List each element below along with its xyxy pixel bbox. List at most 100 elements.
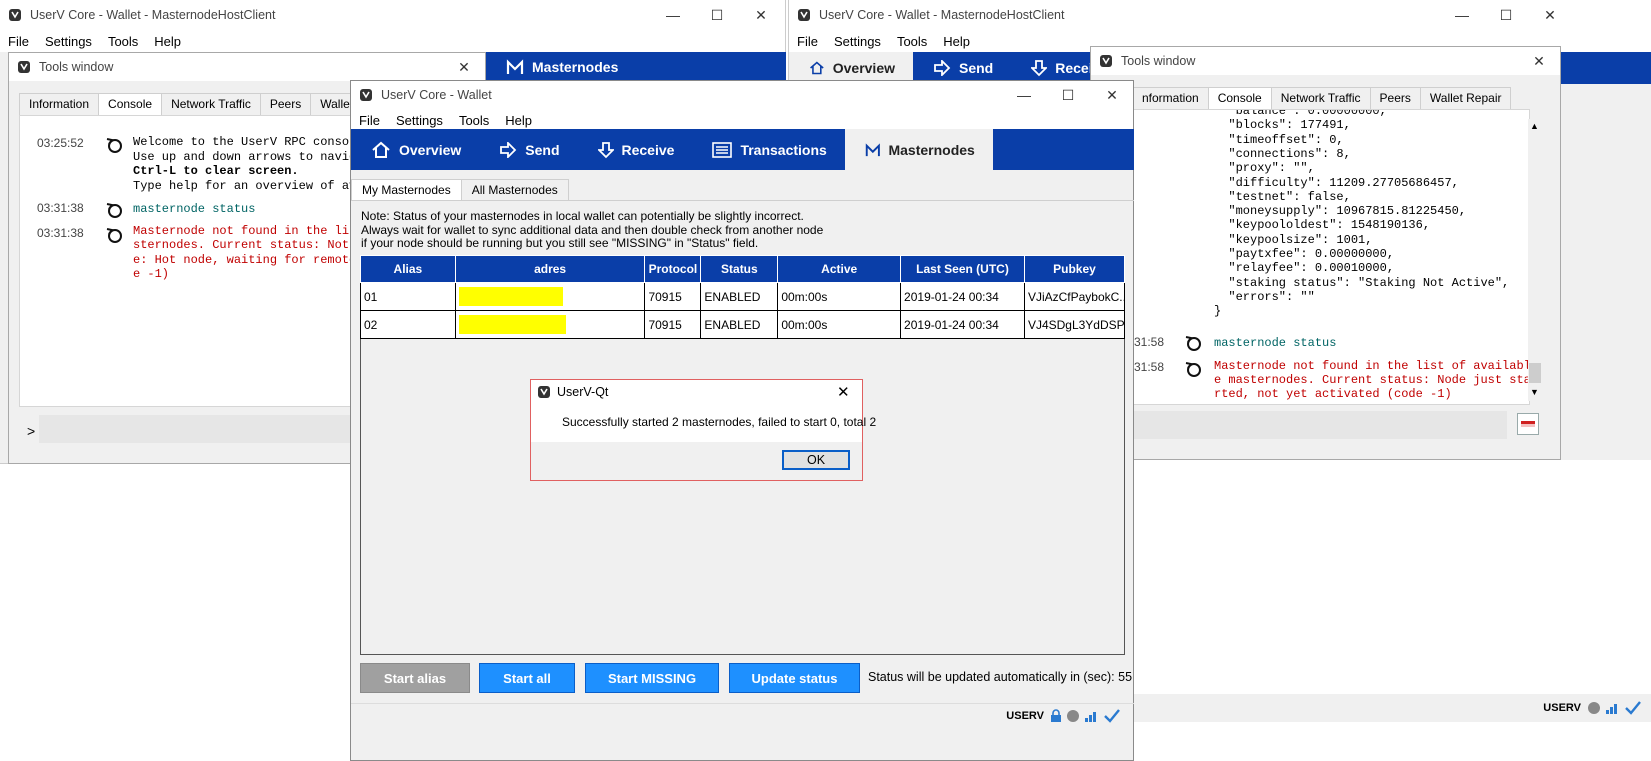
console-error-line: Masternode not found in the list — [133, 224, 364, 238]
menu-file[interactable]: File — [359, 113, 380, 128]
tab-network-traffic[interactable]: Network Traffic — [161, 93, 261, 115]
tools-close-button[interactable]: ✕ — [441, 53, 487, 81]
nav-overview-label: Overview — [399, 141, 462, 158]
column-header-address[interactable]: adres — [454, 255, 646, 283]
tools-titlebar[interactable]: Tools window — [1091, 47, 1560, 75]
close-button[interactable]: ✕ — [738, 0, 784, 30]
dialog-close-button[interactable]: ✕ — [837, 383, 850, 401]
tab-my-masternodes[interactable]: My Masternodes — [351, 179, 462, 201]
minimize-button[interactable]: — — [650, 0, 696, 30]
console-prompt: > — [27, 423, 36, 439]
nav-overview[interactable]: Overview — [351, 129, 479, 170]
console-input[interactable] — [1133, 411, 1507, 439]
column-header-active[interactable]: Active — [777, 255, 902, 283]
table-row[interactable]: 01 70915 ENABLED 00m:00s 2019-01-24 00:3… — [360, 282, 1126, 311]
cell-last-seen: 2019-01-24 00:34 — [900, 310, 1025, 339]
column-header-status[interactable]: Status — [700, 255, 779, 283]
column-header-alias[interactable]: Alias — [360, 255, 456, 283]
clear-console-button[interactable] — [1517, 413, 1539, 435]
window-title: UserV Core - Wallet - MasternodeHostClie… — [30, 8, 276, 22]
masternode-subtabs: My Masternodes All Masternodes — [351, 179, 569, 201]
console-json-line: "testnet": false, — [1214, 189, 1351, 204]
synced-check-icon — [1625, 701, 1641, 715]
send-arrow-icon — [500, 141, 517, 158]
menu-tools[interactable]: Tools — [459, 113, 489, 128]
maximize-button[interactable]: ☐ — [1483, 0, 1529, 30]
note-text: Note: Status of your masternodes in loca… — [361, 209, 823, 251]
tools-titlebar[interactable]: Tools window — [9, 53, 485, 81]
tools-tabs: nformation Console Network Traffic Peers… — [1133, 87, 1512, 109]
dialog-title: UserV-Qt — [557, 385, 609, 399]
menu-tools[interactable]: Tools — [897, 34, 927, 49]
tab-information[interactable]: Information — [19, 93, 100, 115]
reply-icon — [106, 138, 122, 153]
menu-help[interactable]: Help — [154, 34, 181, 49]
note-line: if your node should be running but you s… — [361, 236, 759, 250]
cell-status: ENABLED — [700, 310, 779, 339]
start-alias-button[interactable]: Start alias — [360, 663, 470, 693]
console-json-line: "connections": 8, — [1214, 146, 1351, 161]
tab-information[interactable]: nformation — [1133, 87, 1209, 109]
left-menubar: File Settings Tools Help — [0, 30, 785, 52]
tools-close-button[interactable]: ✕ — [1516, 47, 1562, 75]
maximize-button[interactable]: ☐ — [1045, 81, 1091, 109]
masternodes-icon — [865, 142, 880, 156]
nav-masternodes[interactable]: Masternodes — [482, 52, 636, 82]
console-scrollbar[interactable]: ▲ ▼ — [1528, 119, 1542, 401]
auto-update-status: Status will be updated automatically in … — [868, 670, 1132, 684]
countdown-seconds: 55 — [1118, 670, 1133, 684]
menu-file[interactable]: File — [8, 34, 29, 49]
cell-address — [454, 282, 646, 311]
reply-icon — [1185, 362, 1201, 377]
nav-receive[interactable]: Receive — [578, 129, 693, 170]
tab-console[interactable]: Console — [98, 93, 163, 115]
menu-file[interactable]: File — [797, 34, 818, 49]
nav-masternodes[interactable]: Masternodes — [844, 129, 993, 170]
console-json-line: "timeoffset": 0, — [1214, 132, 1344, 147]
menu-settings[interactable]: Settings — [45, 34, 92, 49]
tab-console[interactable]: Console — [1207, 87, 1272, 109]
maximize-button[interactable]: ☐ — [694, 0, 740, 30]
start-missing-button[interactable]: Start MISSING — [585, 663, 719, 693]
dialog-ok-button[interactable]: OK — [782, 450, 850, 470]
column-header-protocol[interactable]: Protocol — [644, 255, 702, 283]
window-title: UserV Core - Wallet — [381, 88, 492, 102]
close-button[interactable]: ✕ — [1527, 0, 1573, 30]
console-line: Use up and down arrows to navigat — [133, 150, 371, 164]
nav-receive-label: Receive — [621, 141, 675, 158]
console-output[interactable]: "balance": 0.00000000, "blocks": 177491,… — [1133, 109, 1530, 405]
scroll-thumb[interactable] — [1529, 363, 1541, 383]
app-logo-icon — [538, 386, 550, 398]
table-row[interactable]: 02 70915 ENABLED 00m:00s 2019-01-24 00:3… — [360, 310, 1126, 339]
scroll-down-icon[interactable]: ▼ — [1530, 387, 1539, 397]
scroll-up-icon[interactable]: ▲ — [1530, 121, 1539, 131]
tab-peers[interactable]: Peers — [259, 93, 312, 115]
cell-pubkey: VJ4SDgL3YdDSP... — [1023, 310, 1126, 339]
close-button[interactable]: ✕ — [1089, 81, 1135, 109]
console-json-line: "staking status": "Staking Not Active", — [1214, 275, 1510, 290]
menu-settings[interactable]: Settings — [834, 34, 881, 49]
menu-help[interactable]: Help — [505, 113, 532, 128]
update-status-button[interactable]: Update status — [729, 663, 860, 693]
tab-wallet-repair[interactable]: Wallet Repair — [1419, 87, 1512, 109]
column-header-last-seen[interactable]: Last Seen (UTC) — [900, 255, 1025, 283]
tab-network-traffic[interactable]: Network Traffic — [1270, 87, 1371, 109]
column-header-pubkey[interactable]: Pubkey — [1023, 255, 1126, 283]
dialog-message: Successfully started 2 masternodes, fail… — [562, 415, 877, 429]
minimize-button[interactable]: — — [1001, 81, 1047, 109]
dialog-titlebar[interactable]: UserV-Qt — [531, 380, 862, 404]
nav-receive-label: Recei — [1055, 60, 1093, 76]
tab-all-masternodes[interactable]: All Masternodes — [460, 179, 569, 201]
auto-update-label: Status will be updated automatically in … — [868, 670, 1115, 684]
cell-status: ENABLED — [700, 282, 779, 311]
menu-settings[interactable]: Settings — [396, 113, 443, 128]
menu-help[interactable]: Help — [943, 34, 970, 49]
console-json-line: "blocks": 177491, — [1214, 118, 1351, 133]
start-all-button[interactable]: Start all — [479, 663, 575, 693]
nav-transactions[interactable]: Transactions — [692, 129, 844, 170]
menu-tools[interactable]: Tools — [108, 34, 138, 49]
tab-peers[interactable]: Peers — [1369, 87, 1421, 109]
nav-send[interactable]: Send — [479, 129, 577, 170]
receive-arrow-icon — [1031, 60, 1048, 77]
minimize-button[interactable]: — — [1439, 0, 1485, 30]
